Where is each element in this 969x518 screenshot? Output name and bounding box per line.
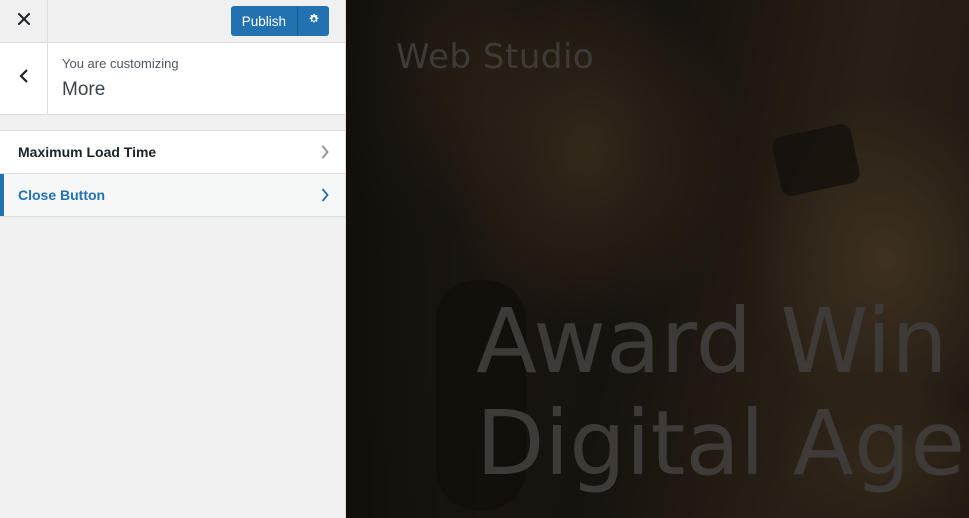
close-icon [17, 12, 30, 30]
customizer-app: Publish You are customizing More Maximum… [0, 0, 969, 518]
panel-item-maximum-load-time[interactable]: Maximum Load Time [0, 131, 345, 174]
chevron-left-icon [18, 69, 29, 88]
site-title: Web Studio [396, 37, 595, 77]
customizer-sidebar: Publish You are customizing More Maximum… [0, 0, 346, 518]
chevron-right-icon [321, 145, 329, 159]
panel-item-label: Maximum Load Time [18, 144, 157, 160]
panel-list: Maximum Load Time Close Button [0, 130, 345, 217]
hero-line-2: Digital Age [476, 391, 966, 495]
back-button[interactable] [0, 43, 48, 114]
section-header: You are customizing More [0, 43, 345, 115]
panel-item-close-button[interactable]: Close Button [0, 174, 345, 217]
publish-settings-button[interactable] [297, 6, 329, 36]
panel-item-label: Close Button [18, 187, 106, 203]
gear-icon [307, 12, 321, 31]
section-title: More [62, 79, 106, 100]
site-preview[interactable]: Web Studio Award Win Digital Age [346, 0, 969, 518]
hero-heading: Award Win Digital Age [476, 290, 965, 494]
customizing-label: You are customizing [62, 56, 179, 71]
publish-button[interactable]: Publish [231, 6, 297, 36]
close-customizer-button[interactable] [0, 0, 48, 43]
hero-line-1: Award Win [476, 289, 948, 393]
publish-button-group: Publish [230, 6, 329, 36]
chevron-right-icon [321, 188, 329, 202]
customizer-header: Publish [0, 0, 345, 43]
